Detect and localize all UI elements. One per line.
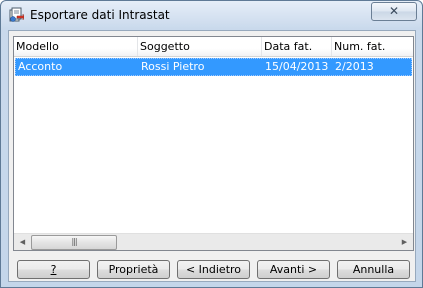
dialog-client-area: Modello Soggetto Data fat. Num. fat. Acc… bbox=[8, 30, 416, 282]
dialog-window: Esportare dati Intrastat ✕ Modello Sogge… bbox=[0, 0, 423, 288]
cancel-button[interactable]: Annulla bbox=[337, 260, 410, 279]
cell-num-fat: 2/2013 bbox=[335, 60, 374, 73]
horizontal-scrollbar[interactable]: ◀ ||| ▶ bbox=[14, 233, 413, 250]
cell-modello: Acconto bbox=[18, 60, 63, 73]
title-bar[interactable]: Esportare dati Intrastat ✕ bbox=[1, 1, 422, 31]
help-button-label: ? bbox=[50, 263, 57, 276]
window-title: Esportare dati Intrastat bbox=[30, 8, 170, 22]
next-button[interactable]: Avanti > bbox=[257, 260, 330, 279]
list-row-selected[interactable]: Acconto Rossi Pietro 15/04/2013 2/2013 bbox=[15, 58, 412, 76]
column-header-num-fat[interactable]: Num. fat. bbox=[332, 37, 413, 56]
invoice-list[interactable]: Modello Soggetto Data fat. Num. fat. Acc… bbox=[13, 36, 414, 251]
cell-data-fat: 15/04/2013 bbox=[265, 60, 329, 73]
back-button[interactable]: < Indietro bbox=[177, 260, 250, 279]
close-icon: ✕ bbox=[388, 4, 400, 18]
cell-soggetto: Rossi Pietro bbox=[141, 60, 205, 73]
export-app-icon bbox=[9, 7, 24, 22]
scrollbar-thumb[interactable]: ||| bbox=[31, 235, 117, 250]
column-header-soggetto[interactable]: Soggetto bbox=[138, 37, 262, 56]
column-header-data-fat[interactable]: Data fat. bbox=[262, 37, 332, 56]
scroll-left-icon[interactable]: ◀ bbox=[14, 234, 31, 251]
properties-button[interactable]: Proprietà bbox=[97, 260, 170, 279]
scroll-right-icon[interactable]: ▶ bbox=[396, 234, 413, 251]
column-header-modello[interactable]: Modello bbox=[14, 37, 138, 56]
help-button[interactable]: ? bbox=[17, 260, 90, 279]
list-header: Modello Soggetto Data fat. Num. fat. bbox=[14, 37, 413, 57]
close-button[interactable]: ✕ bbox=[371, 2, 417, 21]
